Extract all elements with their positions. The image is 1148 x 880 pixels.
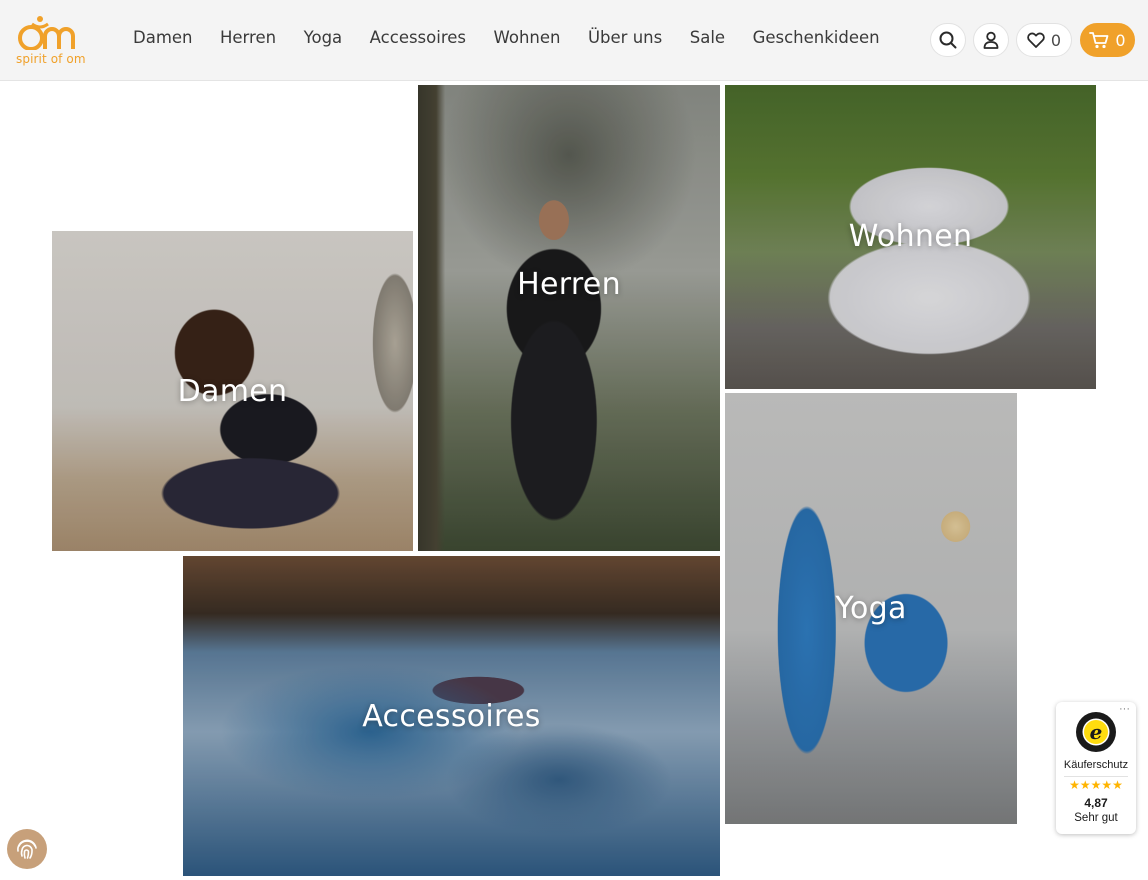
nav-item-yoga[interactable]: Yoga xyxy=(304,28,343,47)
cookie-settings-button[interactable] xyxy=(7,829,47,869)
category-tile-herren[interactable]: Herren xyxy=(418,85,720,551)
tile-label-yoga: Yoga xyxy=(835,591,907,626)
nav-item-wohnen[interactable]: Wohnen xyxy=(494,28,561,47)
trust-divider xyxy=(1064,776,1128,777)
wishlist-button[interactable]: 0 xyxy=(1016,23,1072,57)
site-logo[interactable]: spirit of om xyxy=(14,14,86,68)
nav-item-damen[interactable]: Damen xyxy=(133,28,193,47)
category-tile-yoga[interactable]: Yoga xyxy=(725,393,1017,824)
tile-label-wohnen: Wohnen xyxy=(848,218,973,254)
trust-badge[interactable]: ··· e Käuferschutz ★★★★★ 4,87 Sehr gut xyxy=(1056,702,1136,834)
heart-icon xyxy=(1027,32,1045,48)
wishlist-count: 0 xyxy=(1050,30,1062,50)
cart-button[interactable]: 0 xyxy=(1080,23,1135,57)
tile-label-herren: Herren xyxy=(517,266,621,302)
search-icon xyxy=(939,31,957,49)
more-icon[interactable]: ··· xyxy=(1119,703,1130,715)
tile-label-damen: Damen xyxy=(177,373,288,409)
trust-rating: 4,87 xyxy=(1084,796,1108,810)
om-logo-icon xyxy=(18,16,75,51)
main-nav: Damen Herren Yoga Accessoires Wohnen Übe… xyxy=(133,28,907,47)
rating-stars-icon: ★★★★★ xyxy=(1069,778,1123,792)
trust-verdict: Sehr gut xyxy=(1074,812,1118,824)
trust-seal-letter: e xyxy=(1090,720,1103,744)
nav-item-herren[interactable]: Herren xyxy=(220,28,276,47)
nav-item-ueber-uns[interactable]: Über uns xyxy=(588,28,662,47)
category-tile-damen[interactable]: Damen xyxy=(52,231,413,551)
trust-label: Käuferschutz xyxy=(1063,759,1129,771)
site-header: spirit of om Damen Herren Yoga Accessoir… xyxy=(0,0,1148,81)
search-button[interactable] xyxy=(930,23,966,57)
logo-tagline: spirit of om xyxy=(16,52,86,66)
user-icon xyxy=(983,31,999,49)
category-tile-wohnen[interactable]: Wohnen xyxy=(725,85,1096,389)
nav-item-sale[interactable]: Sale xyxy=(690,28,725,47)
cart-icon xyxy=(1089,32,1109,49)
cart-count: 0 xyxy=(1115,30,1126,50)
nav-item-geschenkideen[interactable]: Geschenkideen xyxy=(753,28,880,47)
trust-seal-icon: e xyxy=(1076,712,1116,752)
nav-item-accessoires[interactable]: Accessoires xyxy=(370,28,466,47)
category-tile-accessoires[interactable]: Accessoires xyxy=(183,556,720,876)
fingerprint-icon xyxy=(17,839,37,859)
tile-label-accessoires: Accessoires xyxy=(362,698,541,734)
account-button[interactable] xyxy=(973,23,1009,57)
